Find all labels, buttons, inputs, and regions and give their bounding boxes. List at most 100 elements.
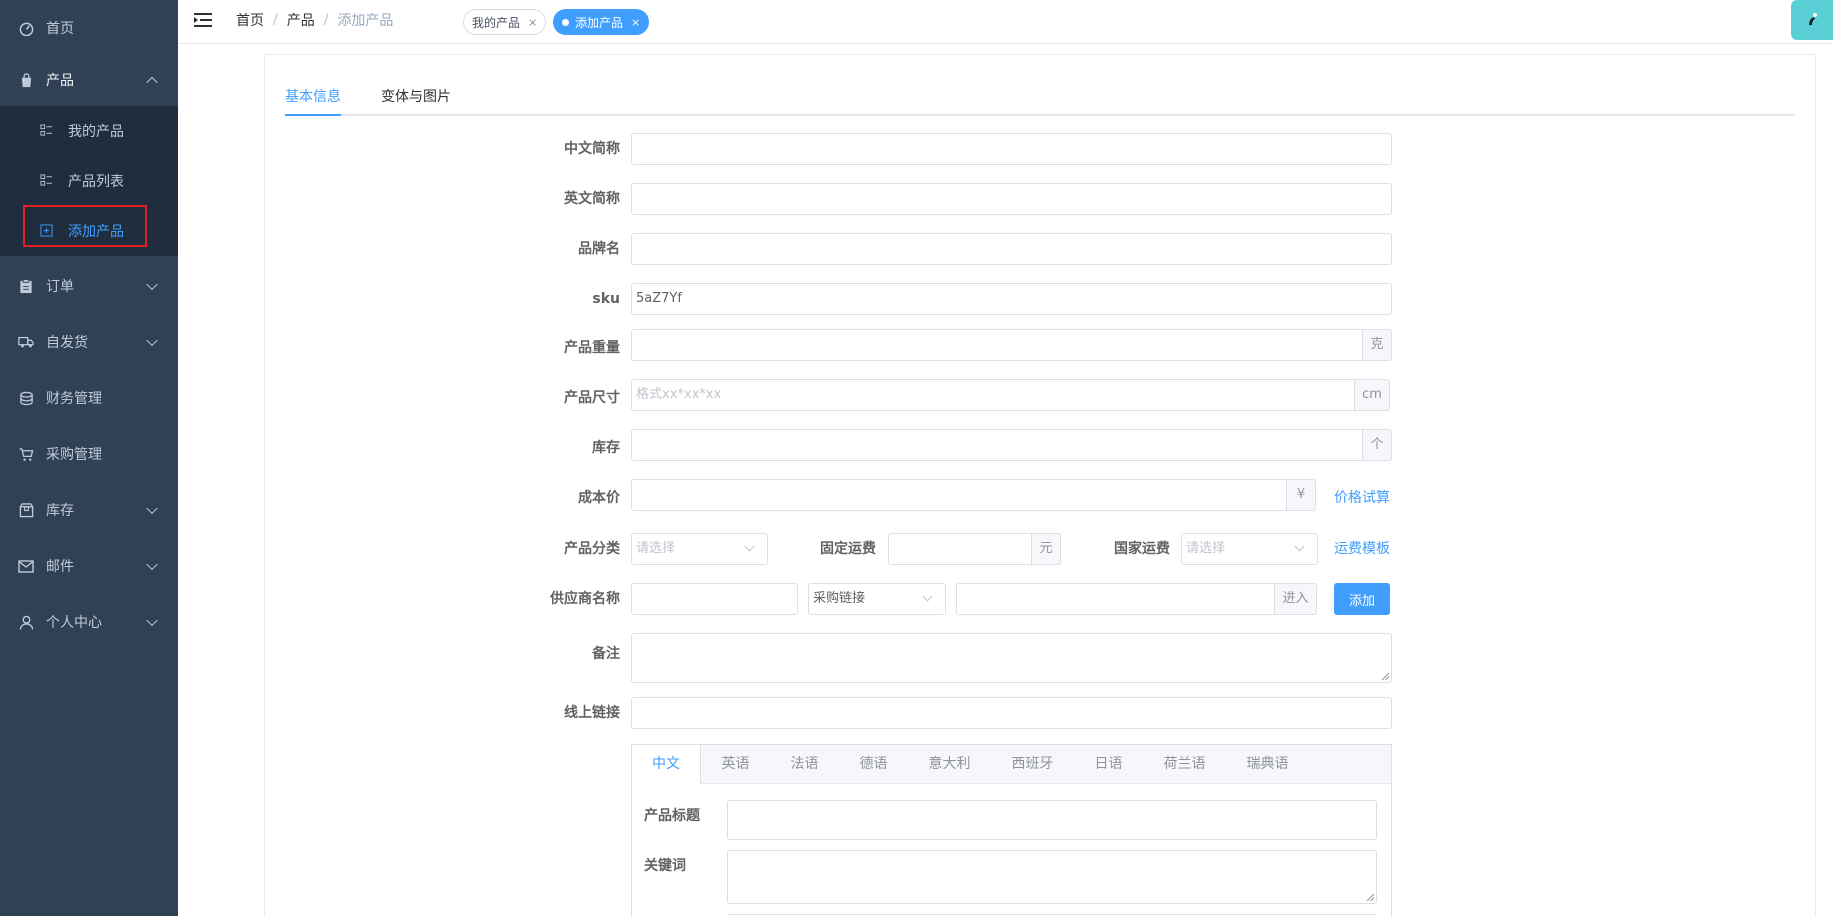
sidebar: 首页 产品 我的产品 产品列表 添加产品 订单 自发货 财务管理 采购管理 库存… (0, 0, 178, 916)
size-label: 产品尺寸 (564, 390, 620, 406)
lang-tab-japanese[interactable]: 日语 (1074, 745, 1143, 784)
tab-variants-images[interactable]: 变体与图片 (381, 86, 451, 106)
avatar[interactable] (1791, 0, 1833, 40)
country-shipping-select[interactable]: 请选择 (1181, 533, 1318, 565)
category-select[interactable]: 请选择 (631, 533, 768, 565)
category-placeholder: 请选择 (636, 541, 676, 556)
resize-handle-icon[interactable] (1366, 893, 1374, 901)
resize-handle-icon[interactable] (1381, 672, 1389, 680)
product-title-label: 产品标题 (644, 808, 700, 824)
category-label: 产品分类 (564, 541, 620, 557)
cn-name-input[interactable] (631, 133, 1392, 165)
supplier-label: 供应商名称 (550, 591, 620, 607)
sidebar-item-label: 邮件 (46, 559, 74, 575)
en-name-input[interactable] (631, 183, 1392, 215)
sidebar-item-home[interactable]: 首页 (0, 0, 178, 56)
chevron-down-icon (744, 541, 755, 552)
cost-input[interactable]: ¥ (631, 479, 1316, 511)
sidebar-subitem-label: 我的产品 (68, 124, 124, 140)
tag-my-products[interactable]: 我的产品 × (463, 9, 547, 35)
lang-tab-spanish[interactable]: 西班牙 (991, 745, 1074, 784)
lang-tab-italian[interactable]: 意大利 (908, 745, 991, 784)
lang-tab-english[interactable]: 英语 (701, 745, 770, 784)
sidebar-item-label: 产品 (46, 73, 74, 89)
breadcrumb-home[interactable]: 首页 (236, 10, 264, 30)
country-shipping-label: 国家运费 (1114, 541, 1170, 557)
sku-input[interactable]: 5aZ7Yf (631, 283, 1392, 315)
chevron-down-icon (146, 334, 158, 347)
box-icon (18, 502, 34, 518)
chevron-down-icon (922, 591, 933, 602)
breadcrumb: 首页 / 产品 / 添加产品 (236, 10, 393, 30)
enter-button[interactable]: 进入 (1274, 583, 1317, 615)
sidebar-item-profile[interactable]: 个人中心 (0, 594, 178, 650)
tab-basic-info[interactable]: 基本信息 (285, 86, 341, 106)
breadcrumb-current: 添加产品 (337, 13, 394, 29)
highlight-box (23, 205, 147, 247)
sidebar-item-label: 库存 (46, 503, 74, 519)
supplier-input[interactable] (631, 583, 798, 615)
sidebar-item-self-shipping[interactable]: 自发货 (0, 314, 178, 370)
list-icon (40, 174, 54, 188)
size-input[interactable]: 格式xx*xx*xx cm (631, 379, 1390, 411)
fixed-shipping-unit: 元 (1031, 533, 1061, 565)
sidebar-subitem-my-products[interactable]: 我的产品 (0, 106, 178, 156)
sidebar-item-inventory[interactable]: 库存 (0, 482, 178, 538)
chevron-down-icon (146, 614, 158, 627)
active-dot-icon (562, 18, 569, 26)
truck-icon (18, 334, 34, 350)
close-icon[interactable]: × (631, 16, 640, 29)
sidebar-item-label: 采购管理 (46, 447, 102, 463)
size-placeholder: 格式xx*xx*xx (636, 387, 722, 402)
online-link-input[interactable] (631, 697, 1392, 729)
sidebar-item-label: 订单 (46, 279, 74, 295)
brand-label: 品牌名 (578, 241, 620, 257)
add-supplier-button[interactable]: 添加 (1334, 583, 1390, 615)
menu-fold-icon[interactable] (194, 12, 212, 28)
shipping-template-link[interactable]: 运费模板 (1334, 533, 1390, 565)
lang-tab-french[interactable]: 法语 (770, 745, 839, 784)
lang-tab-chinese[interactable]: 中文 (632, 745, 701, 785)
sidebar-item-product[interactable]: 产品 (0, 52, 178, 108)
sidebar-item-purchase[interactable]: 采购管理 (0, 426, 178, 482)
language-tabs: 中文 英语 法语 德语 意大利 西班牙 日语 荷兰语 瑞典语 (632, 745, 1391, 785)
stock-label: 库存 (592, 440, 620, 456)
keywords-label: 关键词 (644, 858, 686, 874)
tag-add-product[interactable]: 添加产品 × (553, 9, 650, 35)
purchase-url-input[interactable]: 进入 (956, 583, 1317, 615)
lang-tab-german[interactable]: 德语 (839, 745, 908, 784)
sidebar-item-finance[interactable]: 财务管理 (0, 370, 178, 426)
purchase-link-select[interactable]: 采购链接 (808, 583, 946, 615)
breadcrumb-separator: / (273, 12, 278, 28)
fixed-shipping-input[interactable]: 元 (888, 533, 1061, 565)
shopping-bag-icon (18, 72, 34, 88)
breadcrumb-product[interactable]: 产品 (287, 10, 315, 30)
chevron-up-icon (146, 76, 158, 89)
lang-tab-swedish[interactable]: 瑞典语 (1226, 745, 1309, 784)
cart-icon (18, 446, 34, 462)
chevron-down-icon (146, 278, 158, 291)
topbar: 首页 / 产品 / 添加产品 我的产品 × 添加产品 × (178, 0, 1833, 44)
sidebar-item-mail[interactable]: 邮件 (0, 538, 178, 594)
breadcrumb-separator: / (323, 12, 329, 28)
keywords-textarea[interactable] (727, 850, 1377, 904)
close-icon[interactable]: × (528, 16, 537, 29)
dashboard-icon (18, 20, 34, 36)
sidebar-item-label: 财务管理 (46, 391, 102, 407)
weight-input[interactable]: 克 (631, 329, 1392, 361)
sidebar-item-orders[interactable]: 订单 (0, 258, 178, 314)
sidebar-item-label: 个人中心 (46, 615, 102, 631)
stock-input[interactable]: 个 (631, 429, 1392, 461)
price-calc-link[interactable]: 价格试算 (1334, 482, 1390, 514)
sku-label: sku (592, 291, 620, 307)
cn-name-label: 中文简称 (564, 141, 620, 157)
brand-input[interactable] (631, 233, 1392, 265)
stock-unit: 个 (1362, 429, 1392, 461)
fixed-shipping-label: 固定运费 (820, 541, 876, 557)
lang-tab-dutch[interactable]: 荷兰语 (1143, 745, 1226, 784)
language-card: 中文 英语 法语 德语 意大利 西班牙 日语 荷兰语 瑞典语 产品标题 关键词 (631, 744, 1392, 916)
sidebar-subitem-product-list[interactable]: 产品列表 (0, 156, 178, 206)
remark-textarea[interactable] (631, 633, 1392, 683)
chevron-down-icon (146, 558, 158, 571)
product-title-input[interactable] (727, 800, 1377, 840)
